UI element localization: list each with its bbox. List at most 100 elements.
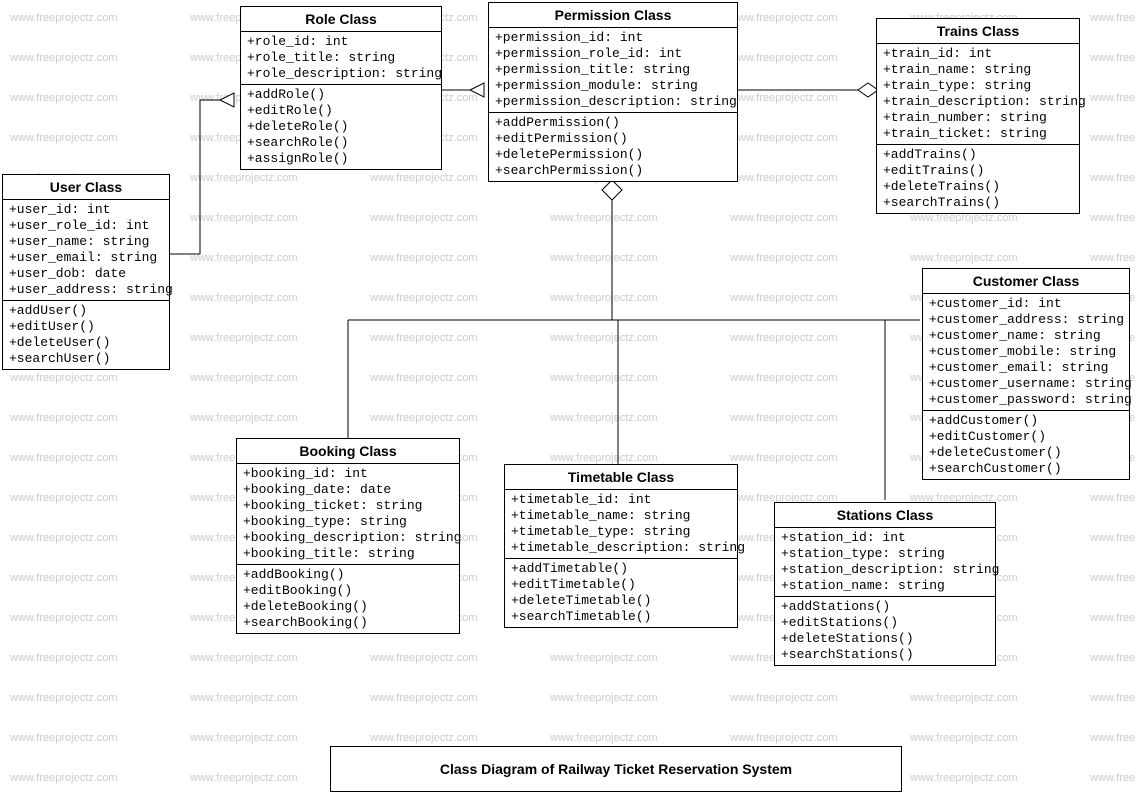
class-member: +addTimetable() — [511, 561, 731, 577]
watermark-text: www.freeprojectz.com — [730, 212, 838, 224]
watermark-text: www.freeprojectz.com — [190, 652, 298, 664]
class-member: +editTrains() — [883, 163, 1073, 179]
class-user-methods: +addUser()+editUser()+deleteUser()+searc… — [3, 301, 169, 369]
class-member: +role_title: string — [247, 50, 435, 66]
watermark-text: www.freeprojectz.com — [10, 732, 118, 744]
class-member: +customer_password: string — [929, 392, 1123, 408]
class-member: +train_ticket: string — [883, 126, 1073, 142]
watermark-text: www.freeprojectz.com — [1090, 92, 1136, 104]
class-booking-title: Booking Class — [237, 439, 459, 464]
class-permission: Permission Class +permission_id: int+per… — [488, 2, 738, 182]
class-member: +booking_date: date — [243, 482, 453, 498]
class-member: +customer_id: int — [929, 296, 1123, 312]
class-member: +searchStations() — [781, 647, 989, 663]
class-member: +role_id: int — [247, 34, 435, 50]
watermark-text: www.freeprojectz.com — [10, 492, 118, 504]
watermark-text: www.freeprojectz.com — [1090, 612, 1136, 624]
class-member: +timetable_name: string — [511, 508, 731, 524]
watermark-text: www.freeprojectz.com — [730, 12, 838, 24]
class-timetable-attributes: +timetable_id: int+timetable_name: strin… — [505, 490, 737, 559]
class-member: +searchPermission() — [495, 163, 731, 179]
class-role: Role Class +role_id: int+role_title: str… — [240, 6, 442, 170]
watermark-text: www.freeprojectz.com — [370, 172, 478, 184]
watermark-text: www.freeprojectz.com — [10, 412, 118, 424]
watermark-text: www.freeprojectz.com — [190, 172, 298, 184]
class-member: +booking_description: string — [243, 530, 453, 546]
watermark-text: www.freeprojectz.com — [10, 772, 118, 784]
class-member: +searchUser() — [9, 351, 163, 367]
class-member: +user_email: string — [9, 250, 163, 266]
class-booking: Booking Class +booking_id: int+booking_d… — [236, 438, 460, 634]
class-member: +train_type: string — [883, 78, 1073, 94]
watermark-text: www.freeprojectz.com — [190, 292, 298, 304]
watermark-text: www.freeprojectz.com — [550, 692, 658, 704]
class-permission-methods: +addPermission()+editPermission()+delete… — [489, 113, 737, 181]
class-member: +user_address: string — [9, 282, 163, 298]
class-member: +customer_email: string — [929, 360, 1123, 376]
class-trains: Trains Class +train_id: int+train_name: … — [876, 18, 1080, 214]
class-member: +deleteTimetable() — [511, 593, 731, 609]
class-member: +permission_role_id: int — [495, 46, 731, 62]
watermark-text: www.freeprojectz.com — [730, 732, 838, 744]
class-member: +deleteRole() — [247, 119, 435, 135]
watermark-text: www.freeprojectz.com — [550, 452, 658, 464]
watermark-text: www.freeprojectz.com — [730, 92, 838, 104]
watermark-text: www.freeprojectz.com — [190, 332, 298, 344]
class-timetable-title: Timetable Class — [505, 465, 737, 490]
watermark-text: www.freeprojectz.com — [730, 132, 838, 144]
watermark-text: www.freeprojectz.com — [910, 732, 1018, 744]
class-member: +addCustomer() — [929, 413, 1123, 429]
class-permission-title: Permission Class — [489, 3, 737, 28]
class-member: +searchRole() — [247, 135, 435, 151]
class-customer: Customer Class +customer_id: int+custome… — [922, 268, 1130, 480]
class-member: +deleteBooking() — [243, 599, 453, 615]
watermark-text: www.freeprojectz.com — [190, 692, 298, 704]
class-member: +timetable_description: string — [511, 540, 731, 556]
watermark-text: www.freeprojectz.com — [370, 292, 478, 304]
class-permission-attributes: +permission_id: int+permission_role_id: … — [489, 28, 737, 113]
class-user: User Class +user_id: int+user_role_id: i… — [2, 174, 170, 370]
watermark-text: www.freeprojectz.com — [10, 612, 118, 624]
class-member: +editRole() — [247, 103, 435, 119]
class-timetable: Timetable Class +timetable_id: int+timet… — [504, 464, 738, 628]
watermark-text: www.freeprojectz.com — [10, 92, 118, 104]
watermark-text: www.freeprojectz.com — [370, 332, 478, 344]
watermark-text: www.freeprojectz.com — [730, 372, 838, 384]
watermark-text: www.freeprojectz.com — [190, 772, 298, 784]
class-stations: Stations Class +station_id: int+station_… — [774, 502, 996, 666]
class-member: +deleteStations() — [781, 631, 989, 647]
watermark-text: www.freeprojectz.com — [1090, 172, 1136, 184]
watermark-text: www.freeprojectz.com — [10, 652, 118, 664]
class-member: +assignRole() — [247, 151, 435, 167]
class-member: +deleteUser() — [9, 335, 163, 351]
class-member: +timetable_id: int — [511, 492, 731, 508]
class-member: +permission_title: string — [495, 62, 731, 78]
watermark-text: www.freeprojectz.com — [910, 692, 1018, 704]
watermark-text: www.freeprojectz.com — [10, 452, 118, 464]
class-trains-title: Trains Class — [877, 19, 1079, 44]
watermark-text: www.freeprojectz.com — [1090, 252, 1136, 264]
watermark-text: www.freeprojectz.com — [730, 292, 838, 304]
class-member: +user_role_id: int — [9, 218, 163, 234]
class-member: +searchTrains() — [883, 195, 1073, 211]
watermark-text: www.freeprojectz.com — [190, 372, 298, 384]
class-member: +permission_description: string — [495, 94, 731, 110]
class-member: +permission_id: int — [495, 30, 731, 46]
class-member: +role_description: string — [247, 66, 435, 82]
class-trains-methods: +addTrains()+editTrains()+deleteTrains()… — [877, 145, 1079, 213]
watermark-text: www.freeprojectz.com — [1090, 652, 1136, 664]
class-member: +customer_mobile: string — [929, 344, 1123, 360]
watermark-text: www.freeprojectz.com — [1090, 12, 1136, 24]
watermark-text: www.freeprojectz.com — [190, 212, 298, 224]
class-member: +searchTimetable() — [511, 609, 731, 625]
diagram-caption: Class Diagram of Railway Ticket Reservat… — [330, 746, 902, 792]
class-member: +addRole() — [247, 87, 435, 103]
watermark-text: www.freeprojectz.com — [10, 132, 118, 144]
class-member: +station_name: string — [781, 578, 989, 594]
watermark-text: www.freeprojectz.com — [370, 412, 478, 424]
watermark-text: www.freeprojectz.com — [550, 652, 658, 664]
class-member: +station_description: string — [781, 562, 989, 578]
watermark-text: www.freeprojectz.com — [370, 652, 478, 664]
class-member: +train_number: string — [883, 110, 1073, 126]
class-member: +addPermission() — [495, 115, 731, 131]
